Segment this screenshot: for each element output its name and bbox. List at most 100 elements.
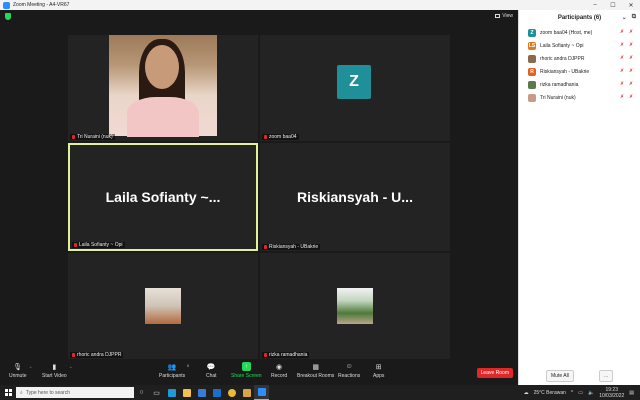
chrome-icon[interactable] bbox=[224, 385, 239, 400]
clock-date: 10/03/2022 bbox=[599, 392, 625, 399]
record-icon: ◉ bbox=[276, 363, 283, 371]
record-button[interactable]: ◉ Record bbox=[271, 362, 287, 380]
mic-muted-icon bbox=[264, 245, 267, 249]
weather-text[interactable]: 25°C Berawan bbox=[534, 390, 566, 396]
zoom-logo-icon bbox=[3, 1, 10, 9]
leave-room-button[interactable]: Leave Room bbox=[476, 368, 513, 378]
system-tray: ☁ 25°C Berawan ^ ▭ 🔈 19:23 10/03/2022 ▤ bbox=[524, 387, 640, 399]
tray-overflow-icon[interactable]: ^ bbox=[571, 390, 573, 396]
participant-avatar: LS bbox=[528, 41, 536, 50]
tile-name-label: Riskiansyah - UBakrie bbox=[262, 244, 321, 250]
task-view-icon[interactable]: ▭ bbox=[149, 385, 164, 400]
camera-off-icon[interactable]: ✗ bbox=[629, 30, 634, 35]
meeting-area: View Tri Nuraini (nuk) Z zoom baa04 Lail… bbox=[0, 10, 518, 360]
close-button[interactable]: ✕ bbox=[622, 2, 640, 9]
minimize-button[interactable]: – bbox=[586, 2, 604, 8]
start-video-button[interactable]: ▮ Start Video ^ bbox=[42, 362, 72, 380]
unmute-button[interactable]: 🎙 Unmute ^ bbox=[9, 362, 32, 380]
grid-icon bbox=[495, 14, 501, 18]
chevron-up-icon[interactable]: ^ bbox=[70, 365, 72, 370]
camera-off-icon[interactable]: ✗ bbox=[629, 82, 634, 87]
participant-row[interactable]: R Riskiansyah - UBakrie ✗ ✗ bbox=[519, 65, 640, 78]
video-tile[interactable]: Riskiansyah - U... Riskiansyah - UBakrie bbox=[260, 143, 450, 251]
collapse-panel-icon[interactable]: ⌄ bbox=[622, 14, 627, 21]
participant-name: zoom baa04 (Host, me) bbox=[540, 29, 593, 36]
share-screen-button[interactable]: ↑ Share Screen bbox=[231, 362, 262, 379]
participant-avatar bbox=[528, 54, 536, 63]
cortana-icon[interactable]: ○ bbox=[134, 385, 149, 400]
view-button[interactable]: View bbox=[495, 13, 513, 19]
mic-muted-icon[interactable]: ✗ bbox=[620, 69, 625, 74]
camera-off-icon: ▮ bbox=[52, 363, 57, 371]
participant-display-name: Riskiansyah - U... bbox=[297, 189, 413, 205]
mic-muted-icon[interactable]: ✗ bbox=[620, 43, 625, 48]
security-shield-icon[interactable] bbox=[5, 13, 11, 20]
participant-name: Tri Nuraini (nuk) bbox=[540, 94, 576, 101]
camera-off-icon[interactable]: ✗ bbox=[629, 95, 634, 100]
more-options-button[interactable]: ... bbox=[599, 370, 614, 382]
tile-name-label: Tri Nuraini (nuk) bbox=[70, 134, 115, 140]
participant-row[interactable]: rhoric andra DJPPR ✗ ✗ bbox=[519, 52, 640, 65]
video-tile[interactable]: rhoric andra DJPPR bbox=[68, 253, 258, 359]
camera-off-icon[interactable]: ✗ bbox=[629, 56, 634, 61]
mail-icon[interactable] bbox=[209, 385, 224, 400]
participant-row[interactable]: Z zoom baa04 (Host, me) ✗ ✗ bbox=[519, 26, 640, 39]
mic-muted-icon bbox=[264, 135, 267, 139]
camera-off-icon[interactable]: ✗ bbox=[629, 69, 634, 74]
participant-video bbox=[109, 35, 217, 137]
view-label: View bbox=[502, 13, 513, 19]
mute-all-button[interactable]: Mute All bbox=[546, 370, 574, 382]
volume-icon[interactable]: 🔈 bbox=[588, 390, 594, 396]
participant-name: Riskiansyah - UBakrie bbox=[540, 68, 590, 75]
meeting-toolbar: 🎙 Unmute ^ ▮ Start Video ^ 👥 Participant… bbox=[0, 360, 518, 385]
video-tile[interactable]: Tri Nuraini (nuk) bbox=[68, 35, 258, 141]
chevron-up-icon[interactable]: ^ bbox=[30, 365, 32, 370]
breakout-rooms-button[interactable]: ▦ Breakout Rooms bbox=[297, 362, 334, 380]
participant-avatar: Z bbox=[337, 65, 371, 99]
smiley-icon: ☺ bbox=[345, 363, 353, 370]
camera-off-icon[interactable]: ✗ bbox=[629, 43, 634, 48]
explorer-icon[interactable] bbox=[239, 385, 254, 400]
mic-muted-icon[interactable]: ✗ bbox=[620, 82, 625, 87]
maximize-button[interactable]: ☐ bbox=[604, 2, 622, 9]
video-tile-active[interactable]: Laila Sofianty ~... Laila Sofianty ~ Opi bbox=[68, 143, 258, 251]
mic-off-icon: 🎙 bbox=[13, 363, 23, 371]
mic-muted-icon[interactable]: ✗ bbox=[620, 30, 625, 35]
start-button[interactable] bbox=[0, 385, 16, 400]
reactions-button[interactable]: ☺ Reactions bbox=[338, 362, 360, 379]
popout-panel-icon[interactable]: ⧉ bbox=[632, 14, 636, 21]
network-icon[interactable]: ▭ bbox=[578, 390, 583, 396]
mic-muted-icon bbox=[264, 353, 267, 357]
file-explorer-icon[interactable] bbox=[179, 385, 194, 400]
participants-button[interactable]: 👥 Participants 6 bbox=[159, 362, 189, 379]
taskbar-clock[interactable]: 19:23 10/03/2022 bbox=[599, 387, 624, 399]
edge-icon[interactable] bbox=[164, 385, 179, 400]
participant-display-name: Laila Sofianty ~... bbox=[105, 189, 221, 205]
tile-name-label: rizka ramadhania bbox=[262, 352, 310, 358]
mic-muted-icon[interactable]: ✗ bbox=[620, 95, 625, 100]
chat-bubble-icon: 💬 bbox=[206, 363, 216, 371]
breakout-grid-icon: ▦ bbox=[312, 363, 319, 371]
participant-avatar: R bbox=[528, 67, 536, 76]
chat-button[interactable]: 💬 Chat bbox=[206, 362, 217, 380]
participants-list: Z zoom baa04 (Host, me) ✗ ✗ LS Laila Sof… bbox=[519, 26, 640, 104]
apps-button[interactable]: ⊞ Apps bbox=[373, 362, 384, 380]
notification-icon[interactable]: ▤ bbox=[629, 390, 634, 396]
participant-avatar: Z bbox=[528, 28, 536, 37]
windows-logo-icon bbox=[4, 389, 12, 396]
participant-row[interactable]: rizka ramadhania ✗ ✗ bbox=[519, 78, 640, 91]
store-icon[interactable] bbox=[194, 385, 209, 400]
video-tile[interactable]: Z zoom baa04 bbox=[260, 35, 450, 141]
mic-muted-icon[interactable]: ✗ bbox=[620, 56, 625, 61]
apps-icon: ⊞ bbox=[375, 363, 382, 371]
taskbar-search-input[interactable]: ⌕ Type here to search bbox=[16, 387, 134, 398]
video-tile[interactable]: rizka ramadhania bbox=[260, 253, 450, 359]
participant-row[interactable]: Tri Nuraini (nuk) ✗ ✗ bbox=[519, 91, 640, 104]
participant-avatar bbox=[528, 80, 536, 89]
participant-profile-picture bbox=[145, 288, 181, 324]
zoom-taskbar-icon[interactable] bbox=[254, 385, 269, 400]
window-titlebar: Zoom Meeting - A4-VR67 – ☐ ✕ bbox=[0, 0, 640, 10]
participant-row[interactable]: LS Laila Sofianty ~ Opi ✗ ✗ bbox=[519, 39, 640, 52]
mic-muted-icon bbox=[72, 135, 75, 139]
people-icon: 👥 bbox=[167, 363, 177, 371]
